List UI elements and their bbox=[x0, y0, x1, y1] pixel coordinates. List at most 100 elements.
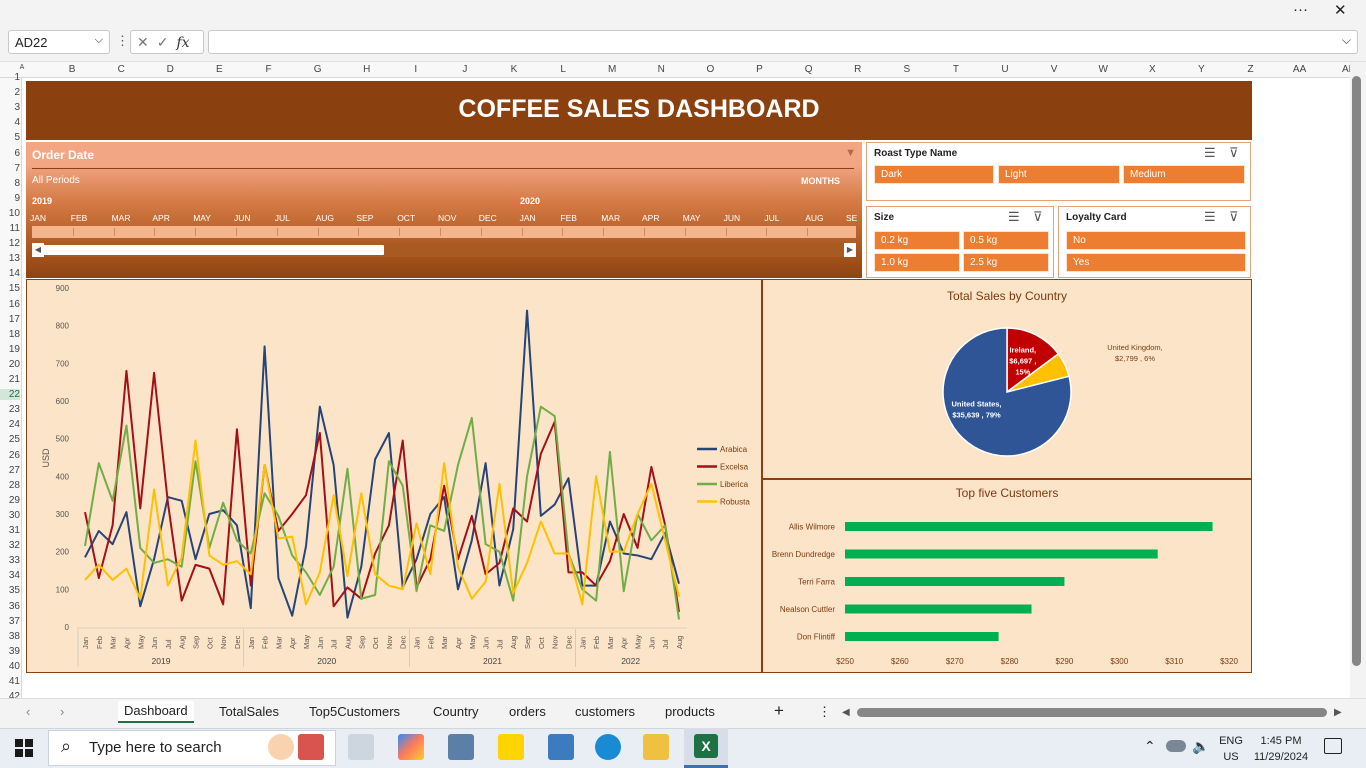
next-sheet-icon[interactable]: › bbox=[60, 704, 64, 719]
timeline-month[interactable]: SEP bbox=[356, 213, 373, 223]
timeline-month[interactable]: JUN bbox=[234, 213, 251, 223]
row-header[interactable]: 1 bbox=[0, 72, 20, 83]
row-header[interactable]: 2 bbox=[0, 87, 20, 98]
cancel-icon[interactable]: ✕ bbox=[137, 34, 157, 50]
column-header[interactable]: M bbox=[602, 64, 622, 75]
row-header[interactable]: 40 bbox=[0, 661, 20, 672]
notifications-icon[interactable] bbox=[1324, 738, 1342, 754]
name-box[interactable]: AD22 ⌵ bbox=[8, 30, 110, 54]
timeline-month[interactable]: MAR bbox=[112, 213, 131, 223]
column-header[interactable]: I bbox=[406, 64, 426, 75]
clear-filter-icon[interactable]: ⊽ bbox=[1033, 209, 1043, 225]
task-view-icon[interactable] bbox=[348, 734, 374, 760]
row-header[interactable]: 29 bbox=[0, 495, 20, 506]
row-header[interactable]: 11 bbox=[0, 223, 20, 234]
timeline-month[interactable]: FEB bbox=[71, 213, 88, 223]
timeline-month[interactable]: AUG bbox=[805, 213, 823, 223]
slicer-item-dark[interactable]: Dark bbox=[874, 165, 994, 184]
column-header[interactable]: T bbox=[946, 64, 966, 75]
row-header[interactable]: 35 bbox=[0, 585, 20, 596]
timeline-month[interactable]: JUL bbox=[275, 213, 290, 223]
timeline-month[interactable]: MAR bbox=[601, 213, 620, 223]
row-header[interactable]: 33 bbox=[0, 555, 20, 566]
tab-customers[interactable]: customers bbox=[575, 704, 635, 719]
timeline-month[interactable]: JUL bbox=[764, 213, 779, 223]
column-header[interactable]: J bbox=[455, 64, 475, 75]
column-header[interactable]: B bbox=[62, 64, 82, 75]
timeline-month[interactable]: OCT bbox=[397, 213, 415, 223]
row-header[interactable]: 3 bbox=[0, 102, 20, 113]
computer-icon[interactable] bbox=[548, 734, 574, 760]
row-header[interactable]: 12 bbox=[0, 238, 20, 249]
slicer-item-no[interactable]: No bbox=[1066, 231, 1246, 250]
timeline-month[interactable]: NOV bbox=[438, 213, 456, 223]
slicer-item-0-5kg[interactable]: 0.5 kg bbox=[963, 231, 1049, 250]
prev-sheet-icon[interactable]: ‹ bbox=[26, 704, 30, 719]
timeline-month[interactable]: MAY bbox=[683, 213, 701, 223]
horizontal-scroll-thumb[interactable] bbox=[857, 708, 1327, 717]
row-header[interactable]: 6 bbox=[0, 148, 20, 159]
timeline-month[interactable]: JUN bbox=[724, 213, 741, 223]
tab-top5customers[interactable]: Top5Customers bbox=[309, 704, 400, 719]
column-header[interactable]: V bbox=[1044, 64, 1064, 75]
volume-icon[interactable]: 🔈 bbox=[1192, 738, 1209, 755]
slicer-item-0-2kg[interactable]: 0.2 kg bbox=[874, 231, 960, 250]
column-header[interactable]: S bbox=[897, 64, 917, 75]
sales-line-chart[interactable]: 0 100 200 300 400 500 600 700 800 900 USD Jan Feb Mar… bbox=[26, 279, 762, 673]
bar[interactable] bbox=[845, 632, 999, 641]
column-header[interactable]: E bbox=[209, 64, 229, 75]
tab-dashboard[interactable]: Dashboard bbox=[118, 701, 194, 723]
slicer-item-light[interactable]: Light bbox=[998, 165, 1120, 184]
timeline-month[interactable]: AUG bbox=[316, 213, 334, 223]
calculator-icon[interactable] bbox=[448, 734, 474, 760]
column-header[interactable]: F bbox=[259, 64, 279, 75]
column-header[interactable]: O bbox=[700, 64, 720, 75]
slicer-item-yes[interactable]: Yes bbox=[1066, 253, 1246, 272]
more-sheets-icon[interactable]: ⋮ bbox=[818, 704, 831, 720]
windows-start-icon[interactable] bbox=[15, 739, 33, 757]
bar[interactable] bbox=[845, 577, 1065, 586]
clock[interactable]: 1:45 PM 11/29/2024 bbox=[1250, 733, 1312, 765]
more-vertical-icon[interactable]: ⋮ bbox=[116, 33, 129, 49]
timeline-month[interactable]: DEC bbox=[479, 213, 497, 223]
row-header[interactable]: 25 bbox=[0, 434, 20, 445]
column-header[interactable]: G bbox=[308, 64, 328, 75]
column-header[interactable]: R bbox=[848, 64, 868, 75]
multi-select-icon[interactable]: ☰ bbox=[1008, 209, 1020, 225]
tab-orders[interactable]: orders bbox=[509, 704, 546, 719]
bar[interactable] bbox=[845, 549, 1158, 559]
edge-browser-icon[interactable] bbox=[595, 734, 621, 760]
country-pie-chart[interactable]: Total Sales by Country Ireland, $6,697 , 1… bbox=[762, 279, 1252, 479]
row-header[interactable]: 20 bbox=[0, 359, 20, 370]
column-header[interactable]: N bbox=[651, 64, 671, 75]
alarm-clock-icon[interactable] bbox=[268, 734, 294, 760]
row-header[interactable]: 41 bbox=[0, 676, 20, 687]
row-header[interactable]: 31 bbox=[0, 525, 20, 536]
vertical-scroll-thumb[interactable] bbox=[1352, 76, 1361, 666]
expand-formula-icon[interactable]: ⌵ bbox=[1342, 33, 1351, 48]
insert-function-button[interactable]: fx bbox=[176, 35, 189, 51]
scroll-left-icon[interactable]: ◀ bbox=[32, 243, 44, 257]
slicer-item-1-0kg[interactable]: 1.0 kg bbox=[874, 253, 960, 272]
column-header[interactable]: D bbox=[160, 64, 180, 75]
loyalty-card-slicer[interactable]: Loyalty Card ☰ ⊽ No Yes bbox=[1058, 206, 1251, 278]
column-header[interactable]: Z bbox=[1241, 64, 1261, 75]
column-header[interactable]: U bbox=[995, 64, 1015, 75]
enter-icon[interactable]: ✓ bbox=[157, 34, 177, 50]
column-header[interactable]: AA bbox=[1290, 64, 1310, 75]
row-header[interactable]: 7 bbox=[0, 163, 20, 174]
size-slicer[interactable]: Size ☰ ⊽ 0.2 kg 0.5 kg 1.0 kg 2.5 kg bbox=[866, 206, 1054, 278]
more-options-icon[interactable]: ··· bbox=[1293, 1, 1308, 18]
gift-icon[interactable] bbox=[298, 734, 324, 760]
row-header[interactable]: 16 bbox=[0, 299, 20, 310]
column-header[interactable]: H bbox=[357, 64, 377, 75]
timeline-month[interactable]: APR bbox=[152, 213, 169, 223]
row-header[interactable]: 5 bbox=[0, 132, 20, 143]
row-header[interactable]: 30 bbox=[0, 510, 20, 521]
column-header[interactable]: L bbox=[553, 64, 573, 75]
timeline-month[interactable]: FEB bbox=[560, 213, 577, 223]
multi-select-icon[interactable]: ☰ bbox=[1204, 145, 1216, 161]
column-header[interactable]: K bbox=[504, 64, 524, 75]
timeline-level-selector[interactable]: MONTHS bbox=[801, 176, 840, 186]
roast-type-slicer[interactable]: Roast Type Name ☰ ⊽ Dark Light Medium bbox=[866, 142, 1251, 201]
